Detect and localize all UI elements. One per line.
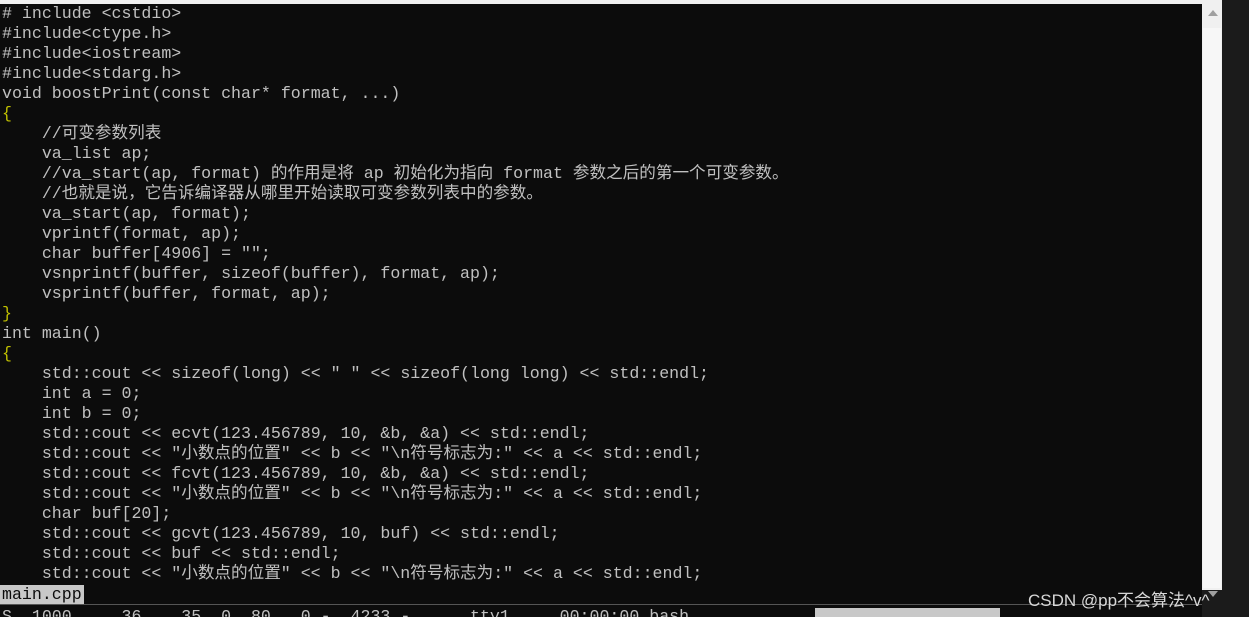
selection-block bbox=[815, 608, 1000, 617]
code-line: int b = 0; bbox=[2, 404, 142, 423]
code-line: std::cout << gcvt(123.456789, 10, buf) <… bbox=[2, 524, 560, 543]
code-line: { bbox=[2, 104, 12, 123]
code-line: void boostPrint(const char* format, ...) bbox=[2, 84, 401, 103]
code-line: vprintf(format, ap); bbox=[2, 224, 241, 243]
scrollbar-thumb[interactable] bbox=[1203, 28, 1221, 588]
code-line: char buffer[4906] = ""; bbox=[2, 244, 271, 263]
code-line: va_list ap; bbox=[2, 144, 152, 163]
status-line-filename: main.cpp bbox=[0, 585, 84, 604]
code-line: std::cout << fcvt(123.456789, 10, &b, &a… bbox=[2, 464, 590, 483]
code-editor[interactable]: # include <cstdio> #include<ctype.h> #incl… bbox=[2, 4, 789, 584]
code-line: //va_start(ap, format) 的作用是将 ap 初始化为指向 f… bbox=[2, 164, 789, 183]
code-line: int a = 0; bbox=[2, 384, 142, 403]
code-line: std::cout << sizeof(long) << " " << size… bbox=[2, 364, 710, 383]
code-line: # include <cstdio> bbox=[2, 4, 182, 23]
code-line: int main() bbox=[2, 324, 102, 343]
scroll-up-arrow-icon[interactable] bbox=[1208, 10, 1218, 16]
code-line: std::cout << ecvt(123.456789, 10, &b, &a… bbox=[2, 424, 590, 443]
code-line: #include<ctype.h> bbox=[2, 24, 172, 43]
code-line: vsnprintf(buffer, sizeof(buffer), format… bbox=[2, 264, 500, 283]
code-line: { bbox=[2, 344, 12, 363]
code-line: //也就是说，它告诉编译器从哪里开始读取可变参数列表中的参数。 bbox=[2, 184, 543, 203]
code-line: vsprintf(buffer, format, ap); bbox=[2, 284, 331, 303]
code-line: va_start(ap, format); bbox=[2, 204, 251, 223]
code-line: } bbox=[2, 304, 12, 323]
terminal-window[interactable]: # include <cstdio> #include<ctype.h> #incl… bbox=[0, 4, 1202, 617]
process-list-row: S 1000 36 35 0 80 0 - 4233 - tty1 00:00:… bbox=[2, 607, 690, 617]
code-line: #include<stdarg.h> bbox=[2, 64, 182, 83]
code-line: #include<iostream> bbox=[2, 44, 182, 63]
code-line: std::cout << "小数点的位置" << b << "\n符号标志为:"… bbox=[2, 444, 703, 463]
code-line: std::cout << buf << std::endl; bbox=[2, 544, 341, 563]
code-line: std::cout << "小数点的位置" << b << "\n符号标志为:"… bbox=[2, 484, 703, 503]
divider bbox=[0, 604, 1202, 605]
code-line: char buf[20]; bbox=[2, 504, 172, 523]
code-line: //可变参数列表 bbox=[2, 124, 162, 143]
watermark: CSDN @pp不会算法^v^ bbox=[1028, 591, 1210, 610]
code-line: std::cout << "小数点的位置" << b << "\n符号标志为:"… bbox=[2, 564, 703, 583]
